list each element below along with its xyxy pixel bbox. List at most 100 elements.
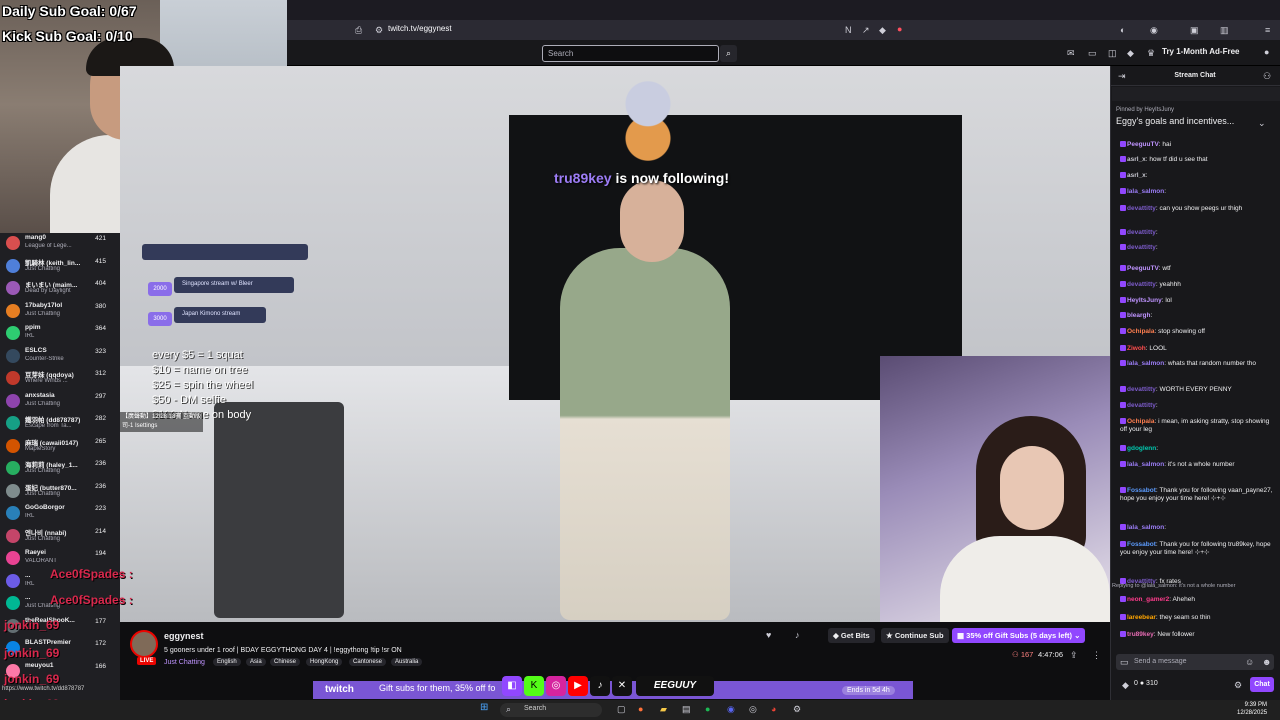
sidebar-channel[interactable]: mang0 League of Lege... 421 <box>0 233 120 255</box>
chat-username[interactable]: lala_salmon <box>1127 188 1164 195</box>
stream-tag[interactable]: English <box>213 658 241 666</box>
chat-message[interactable]: Fossabot: Thank you for following vaan_p… <box>1120 487 1276 503</box>
stream-tag[interactable]: HongKong <box>306 658 343 666</box>
chat-username[interactable]: PeeguuTV <box>1127 265 1159 272</box>
chat-message[interactable]: lala_salmon: <box>1120 524 1276 532</box>
collapse-chat-icon[interactable]: ⇥ <box>1118 71 1126 82</box>
sidebar-channel[interactable]: 麻瑞 (cawaii0147) MapleStory 265 <box>0 436 120 458</box>
streamer-avatar[interactable] <box>130 630 158 658</box>
chat-message[interactable]: Ochipala: i mean, im asking stratty, sto… <box>1120 418 1276 434</box>
chat-username[interactable]: tru89key <box>1127 631 1154 638</box>
chat-message[interactable]: tru89key: New follower <box>1120 631 1276 639</box>
task-view-icon[interactable]: ▢ <box>617 704 626 715</box>
sidebar-channel[interactable]: 蛋妃 (butter870... Just Chatting 236 <box>0 481 120 503</box>
chat-message[interactable]: lala_salmon: it's not a whole number <box>1120 461 1276 469</box>
chat-username[interactable]: devattitty <box>1127 205 1156 212</box>
sidebar-channel[interactable]: 엔나비 (nnabi) Just Chatting 214 <box>0 526 120 548</box>
sidebar-channel[interactable]: 海莉莉 (haley_1... Just Chatting 236 <box>0 458 120 480</box>
extension-icon[interactable]: ● <box>897 24 902 34</box>
site-info-icon[interactable]: ⚙ <box>375 25 383 36</box>
folder-icon[interactable]: ▰ <box>660 704 667 715</box>
chat-message[interactable]: devattitty: can you show peegs ur thigh <box>1120 205 1276 213</box>
chat-message[interactable]: lala_salmon: <box>1120 188 1276 196</box>
chat-message[interactable]: devattitty: <box>1120 244 1276 252</box>
gear-icon[interactable]: ⚙ <box>1234 680 1242 691</box>
search-icon[interactable]: ⌕ <box>720 45 737 62</box>
chat-username[interactable]: asrl_x <box>1127 156 1146 163</box>
chat-username[interactable]: Ziwoh <box>1127 345 1146 352</box>
prime-icon[interactable]: ♛ <box>1147 48 1155 59</box>
extension-icon[interactable]: ▣ <box>1190 25 1199 36</box>
chat-message[interactable]: devattitty: yeahhh <box>1120 281 1276 289</box>
chat-message[interactable]: devattitty: <box>1120 229 1276 237</box>
sidebar-icon[interactable]: ▥ <box>1220 25 1229 36</box>
stream-tag[interactable]: Cantonese <box>349 658 387 666</box>
chat-username[interactable]: devattitty <box>1127 386 1156 393</box>
sidebar-channel[interactable]: 豆芽妹 (qqdoya) Where Winds ... 312 <box>0 368 120 390</box>
chat-username[interactable]: devattitty <box>1127 402 1156 409</box>
chat-username[interactable]: bleargh <box>1127 312 1150 319</box>
chat-message[interactable]: gdoglenn: <box>1120 445 1276 453</box>
shield-icon[interactable]: ◆ <box>879 25 886 36</box>
chat-message[interactable]: HeyItsJuny: lol <box>1120 297 1276 305</box>
share-icon[interactable]: ⇪ <box>1070 650 1078 661</box>
chat-username[interactable]: Fossabot <box>1127 541 1156 548</box>
emote-picker-icon[interactable]: ☻ <box>1262 657 1271 667</box>
chat-username[interactable]: lala_salmon <box>1127 360 1164 367</box>
emote-icon[interactable]: ☺ <box>1245 657 1254 667</box>
whispers-icon[interactable]: ◫ <box>1108 48 1117 59</box>
bookmark-icon[interactable]: ⎙ <box>355 25 362 36</box>
chat-username[interactable]: neon_gamer2 <box>1127 596 1169 603</box>
url-text[interactable]: twitch.tv/eggynest <box>388 24 452 33</box>
extension-icon[interactable]: ◐ <box>1120 25 1125 35</box>
heart-icon[interactable]: ♥ <box>766 630 771 640</box>
chat-username[interactable]: devattitty <box>1127 229 1156 236</box>
chat-message[interactable]: PeeguuTV: hai <box>1120 141 1276 149</box>
taskbar-clock[interactable]: 9:39 PM 12/28/2025 <box>1237 701 1267 717</box>
steam-icon[interactable]: ◎ <box>749 704 757 715</box>
chat-username[interactable]: gdoglenn <box>1127 445 1156 452</box>
inbox-icon[interactable]: ✉ <box>1067 48 1075 59</box>
chat-message[interactable]: lala_salmon: whats that random number th… <box>1120 360 1276 368</box>
chat-username[interactable]: lala_salmon <box>1127 461 1164 468</box>
channel-points[interactable]: 0 ● 310 <box>1134 680 1158 687</box>
chat-message[interactable]: Ziwoh: LOOL <box>1120 345 1276 353</box>
avatar[interactable]: ● <box>1264 47 1269 57</box>
stream-tag[interactable]: Asia <box>246 658 266 666</box>
users-icon[interactable]: ⚇ <box>1263 71 1271 82</box>
chat-username[interactable]: Ochipala <box>1127 328 1154 335</box>
chat-message[interactable]: bleargh: <box>1120 312 1276 320</box>
chat-send-button[interactable]: Chat <box>1250 677 1274 692</box>
sidebar-channel[interactable]: ppim IRL 364 <box>0 323 120 345</box>
get-bits-button[interactable]: ◆ Get Bits <box>828 628 875 643</box>
stream-tag[interactable]: Chinese <box>270 658 301 666</box>
chat-username[interactable]: devattitty <box>1127 281 1156 288</box>
spotify-icon[interactable]: ● <box>705 704 710 714</box>
bits-icon[interactable]: ◆ <box>1122 680 1129 691</box>
chevron-down-icon[interactable]: ⌄ <box>1258 118 1266 129</box>
reader-icon[interactable]: N <box>845 25 852 35</box>
chat-message[interactable]: Fossabot: Thank you for following tru89k… <box>1120 541 1276 557</box>
chat-username[interactable]: PeeguuTV <box>1127 141 1159 148</box>
chat-message[interactable]: devattitty: WORTH EVERY PENNY <box>1120 386 1276 394</box>
bits-icon[interactable]: ◆ <box>1127 48 1134 59</box>
chat-message[interactable]: Ochipala: stop showing off <box>1120 328 1276 336</box>
notifications-icon[interactable]: ▭ <box>1088 48 1097 59</box>
chat-username[interactable]: devattitty <box>1127 244 1156 251</box>
chat-username[interactable]: lala_salmon <box>1127 524 1164 531</box>
chat-message[interactable]: devattitty: <box>1120 402 1276 410</box>
windows-start-icon[interactable]: ⊞ <box>480 702 488 713</box>
share-icon[interactable]: ↗ <box>862 25 870 36</box>
taskbar-search[interactable]: Search <box>500 703 602 717</box>
chat-message[interactable]: asrl_x: how tf did u see that <box>1120 156 1276 164</box>
discord-icon[interactable]: ◉ <box>727 704 735 715</box>
sidebar-channel[interactable]: anxstasia Just Chatting 297 <box>0 391 120 413</box>
stream-category[interactable]: Just Chatting <box>164 659 205 666</box>
stream-tag[interactable]: Australia <box>391 658 423 666</box>
chat-username[interactable]: Ochipala <box>1127 418 1154 425</box>
chat-message[interactable]: lareebear: they seam so thin <box>1120 614 1276 622</box>
more-icon[interactable]: ⋮ <box>1092 650 1101 661</box>
extension-icon[interactable]: ◉ <box>1150 25 1158 36</box>
chat-username[interactable]: lareebear <box>1127 614 1156 621</box>
sidebar-channel[interactable]: ESLCS Counter-Strike 323 <box>0 346 120 368</box>
